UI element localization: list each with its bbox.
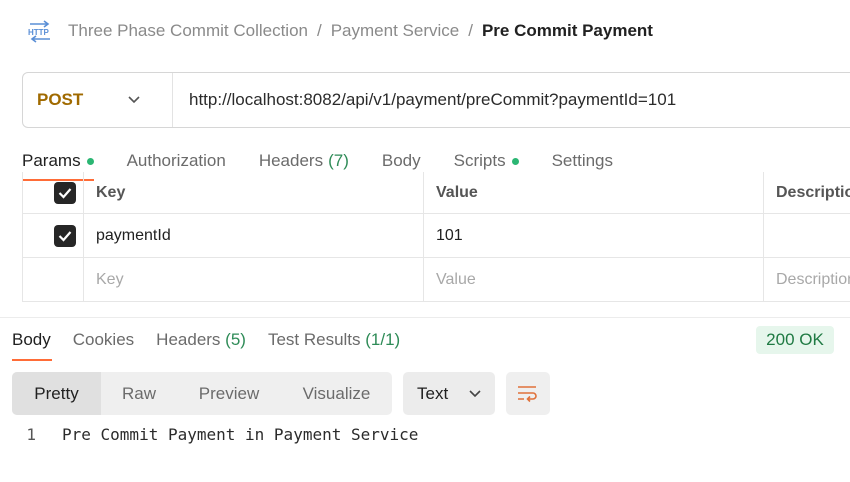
scripts-indicator-dot [511, 157, 519, 165]
column-header-value: Value [436, 183, 478, 201]
param-description-cell[interactable] [764, 214, 850, 257]
param-value-cell[interactable]: 101 [424, 214, 764, 257]
request-bar: POST http://localhost:8082/api/v1/paymen… [22, 72, 850, 128]
status-badge[interactable]: 200 OK [756, 326, 834, 354]
breadcrumb: HTTP Three Phase Commit Collection / Pay… [26, 18, 653, 44]
response-tab-headers[interactable]: Headers (5) [156, 330, 246, 350]
breadcrumb-folder[interactable]: Payment Service [331, 21, 460, 41]
check-icon [58, 230, 72, 242]
wrap-lines-icon [518, 385, 537, 402]
wrap-lines-button[interactable] [506, 372, 550, 415]
table-divider [83, 172, 84, 302]
tab-body-label: Body [381, 151, 421, 170]
format-select[interactable]: Text [403, 372, 495, 415]
response-body-text: Pre Commit Payment in Payment Service [62, 424, 419, 444]
chevron-down-icon [128, 96, 140, 104]
format-label: Text [417, 383, 449, 403]
tab-authorization[interactable]: Authorization [127, 151, 226, 171]
svg-text:HTTP: HTTP [28, 28, 50, 37]
table-row-empty: Key Value Description [22, 258, 850, 302]
param-key-cell[interactable]: paymentId [84, 214, 424, 257]
tab-headers-count: (7) [328, 151, 349, 170]
test-results-count: (1/1) [365, 330, 401, 349]
response-body-line: 1 Pre Commit Payment in Payment Service [0, 423, 850, 445]
column-header-key: Key [96, 183, 126, 201]
method-label: POST [37, 90, 84, 109]
response-view-modes: Pretty Raw Preview Visualize [12, 372, 392, 415]
select-all-checkbox[interactable] [54, 181, 76, 204]
table-border [22, 172, 23, 302]
table-row: paymentId 101 [22, 214, 850, 258]
response-headers-count: (5) [225, 330, 246, 349]
column-header-description: Description [776, 183, 850, 201]
tab-headers-label: Headers [258, 151, 324, 170]
response-tab-body[interactable]: Body [12, 330, 51, 350]
tab-params-label: Params [22, 151, 81, 170]
tab-scripts-label: Scripts [453, 151, 506, 170]
request-tabs: Params Authorization Headers (7) Body Sc… [22, 148, 646, 174]
params-table: Key Value Description paymentId 101 Key … [22, 172, 850, 302]
params-indicator-dot [86, 157, 94, 165]
response-tab-test-results-label: Test Results [267, 330, 366, 349]
mode-pretty-button[interactable]: Pretty [12, 372, 101, 415]
table-divider [763, 172, 764, 302]
tab-settings-label: Settings [551, 151, 614, 170]
new-param-description-input[interactable]: Description [764, 258, 850, 301]
line-number: 1 [26, 424, 36, 444]
new-param-value-input[interactable]: Value [424, 258, 764, 301]
tab-authorization-label: Authorization [126, 151, 226, 170]
breadcrumb-collection[interactable]: Three Phase Commit Collection [68, 21, 308, 41]
chevron-down-icon [469, 389, 481, 397]
table-divider [423, 172, 424, 302]
tab-body[interactable]: Body [382, 151, 421, 171]
active-response-tab-indicator [12, 359, 52, 361]
url-input[interactable]: http://localhost:8082/api/v1/payment/pre… [189, 90, 676, 110]
method-select[interactable]: POST [23, 73, 173, 127]
mode-visualize-button[interactable]: Visualize [281, 372, 392, 415]
response-tab-test-results[interactable]: Test Results (1/1) [268, 330, 400, 350]
mode-preview-button[interactable]: Preview [177, 372, 281, 415]
check-icon [58, 187, 72, 199]
panel-divider[interactable] [0, 317, 850, 318]
row-enabled-checkbox[interactable] [54, 224, 76, 247]
breadcrumb-current-request[interactable]: Pre Commit Payment [482, 21, 653, 41]
tab-settings[interactable]: Settings [552, 151, 613, 171]
breadcrumb-separator: / [316, 21, 322, 40]
mode-raw-button[interactable]: Raw [101, 372, 177, 415]
response-tab-headers-label: Headers [156, 330, 226, 349]
response-tabs: Body Cookies Headers (5) Test Results (1… [12, 328, 422, 352]
tab-scripts[interactable]: Scripts [454, 151, 519, 171]
new-param-key-input[interactable]: Key [84, 258, 424, 301]
breadcrumb-separator: / [468, 21, 473, 40]
table-header-row: Key Value Description [22, 172, 850, 214]
http-icon: HTTP [28, 20, 50, 43]
tab-params[interactable]: Params [22, 151, 94, 171]
tab-headers[interactable]: Headers (7) [259, 151, 349, 171]
response-tab-cookies[interactable]: Cookies [73, 330, 134, 350]
